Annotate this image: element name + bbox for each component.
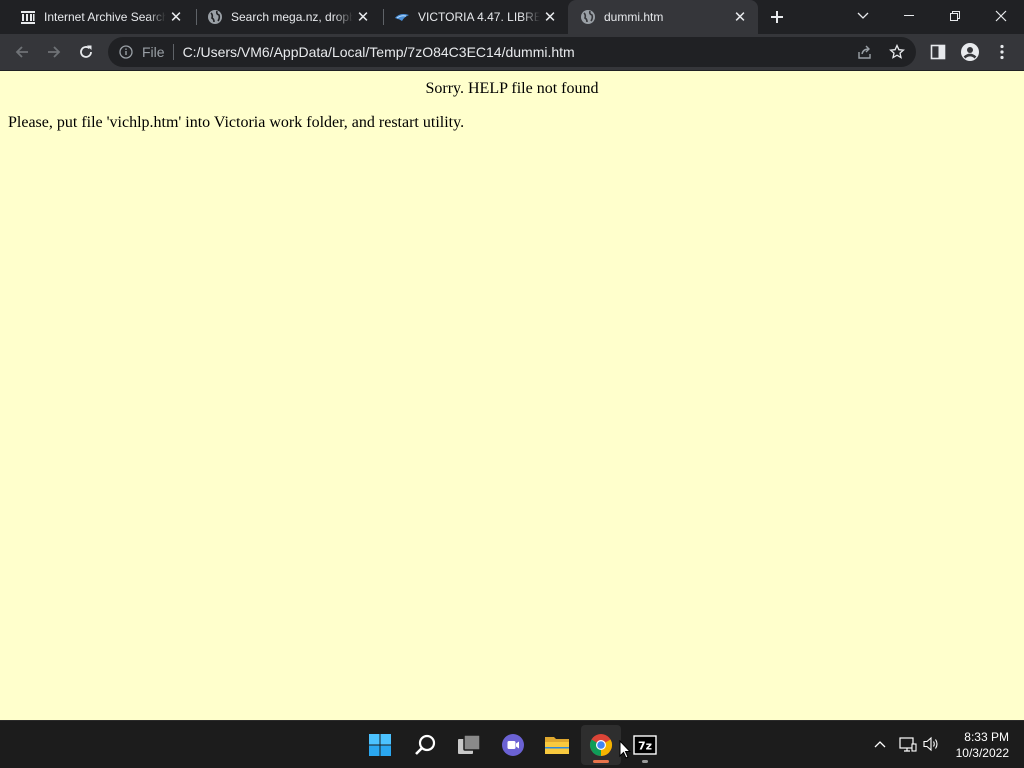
show-hidden-icons-button[interactable]	[869, 733, 891, 755]
profile-avatar-icon	[961, 43, 979, 61]
tab-title: Internet Archive Search	[44, 10, 166, 24]
address-bar[interactable]: File C:/Users/VM6/AppData/Local/Temp/7zO…	[108, 37, 916, 67]
running-app-indicator	[642, 760, 648, 763]
new-tab-button[interactable]	[765, 5, 789, 29]
tab-close-icon[interactable]: ✕	[353, 7, 373, 27]
tab-strip: Internet Archive Search ✕ Search mega.nz…	[0, 0, 1024, 34]
7zip-button[interactable]: 7z	[625, 725, 665, 765]
file-explorer-icon	[545, 737, 569, 754]
svg-text:7z: 7z	[638, 740, 652, 753]
tab-title: dummi.htm	[604, 10, 664, 24]
share-icon[interactable]	[855, 42, 875, 62]
menu-button[interactable]	[988, 38, 1016, 66]
taskbar: 7z 8:33 PM 10/3/2022	[0, 720, 1024, 768]
minimize-button[interactable]	[886, 0, 932, 32]
chrome-icon	[590, 734, 612, 756]
back-button[interactable]	[8, 38, 36, 66]
kebab-menu-icon	[1000, 44, 1004, 60]
teams-chat-icon	[502, 734, 524, 756]
side-panel-button[interactable]	[924, 38, 952, 66]
chrome-button[interactable]	[581, 725, 621, 765]
file-explorer-button[interactable]	[537, 725, 577, 765]
tab-victoria[interactable]: VICTORIA 4.47. LIBRE D ✕	[382, 0, 568, 34]
tab-internet-archive[interactable]: Internet Archive Search ✕	[8, 0, 194, 34]
clock-date: 10/3/2022	[955, 746, 1009, 760]
minimize-icon	[904, 15, 914, 16]
clock-time: 8:33 PM	[964, 730, 1009, 744]
close-window-button[interactable]	[978, 0, 1024, 32]
arrow-left-icon	[15, 46, 28, 58]
browser-toolbar: File C:/Users/VM6/AppData/Local/Temp/7zO…	[0, 34, 1024, 71]
plus-icon	[771, 11, 783, 23]
page-content: Sorry. HELP file not found Please, put f…	[0, 71, 1024, 720]
start-icon	[369, 734, 391, 756]
task-view-button[interactable]	[449, 725, 489, 765]
forward-button[interactable]	[40, 38, 68, 66]
omnibox-divider	[172, 44, 174, 60]
tab-search-mega[interactable]: Search mega.nz, dropbox ✕	[195, 0, 381, 34]
search-button[interactable]	[405, 725, 445, 765]
arrow-right-icon	[48, 46, 61, 58]
url-text[interactable]: C:/Users/VM6/AppData/Local/Temp/7zO84C3E…	[183, 44, 575, 60]
globe-icon	[580, 9, 596, 25]
network-button[interactable]	[897, 733, 919, 755]
info-icon[interactable]	[118, 44, 134, 60]
restore-icon	[950, 11, 960, 21]
victoria-icon	[394, 9, 410, 25]
reload-button[interactable]	[72, 38, 100, 66]
restore-button[interactable]	[932, 0, 978, 32]
tab-close-icon[interactable]: ✕	[166, 7, 186, 27]
page-message: Please, put file 'vichlp.htm' into Victo…	[8, 114, 465, 131]
task-view-icon	[458, 734, 481, 754]
page-heading: Sorry. HELP file not found	[425, 80, 599, 97]
active-app-indicator	[593, 760, 609, 763]
teams-chat-button[interactable]	[493, 725, 533, 765]
archive-icon	[20, 9, 36, 25]
scheme-label: File	[142, 44, 165, 60]
tab-close-icon[interactable]: ✕	[540, 7, 560, 27]
network-icon	[899, 737, 917, 752]
side-panel-icon	[930, 44, 946, 60]
tab-title: VICTORIA 4.47. LIBRE D	[418, 10, 540, 24]
taskbar-clock[interactable]: 8:33 PM 10/3/2022	[939, 729, 1009, 761]
tab-search-button[interactable]	[840, 0, 886, 32]
tab-close-icon[interactable]: ✕	[730, 7, 750, 27]
reload-icon	[80, 45, 92, 58]
bookmark-star-icon[interactable]	[887, 42, 907, 62]
mouse-cursor-icon	[619, 739, 632, 764]
close-icon	[995, 10, 1007, 22]
chevron-up-icon	[874, 741, 886, 748]
chevron-down-icon	[857, 12, 869, 19]
tab-title: Search mega.nz, dropbox	[231, 10, 353, 24]
search-icon	[415, 734, 436, 755]
7zip-icon: 7z	[633, 735, 657, 755]
tab-dummi[interactable]: dummi.htm ✕	[568, 0, 758, 34]
start-button[interactable]	[360, 725, 400, 765]
globe-icon	[207, 9, 223, 25]
profile-button[interactable]	[956, 38, 984, 66]
